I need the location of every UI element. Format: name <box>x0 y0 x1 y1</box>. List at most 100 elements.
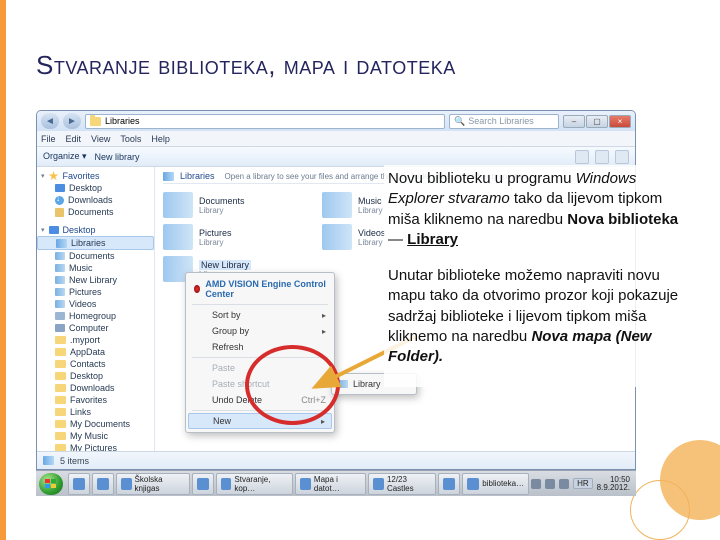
folder-icon <box>55 432 66 440</box>
menu-help[interactable]: Help <box>151 134 170 144</box>
libraries-icon <box>163 172 174 181</box>
nav-item-desktop[interactable]: Desktop <box>37 182 154 194</box>
context-menu-vendor-item[interactable]: AMD VISION Engine Control Center <box>186 276 334 302</box>
context-menu: AMD VISION Engine Control Center Sort by… <box>185 272 335 433</box>
nav-item-folder[interactable]: My Pictures <box>37 442 154 451</box>
app-icon <box>197 478 209 490</box>
organize-button[interactable]: Organize ▾ <box>43 151 87 162</box>
address-bar[interactable]: Libraries <box>85 114 445 129</box>
view-mode-button[interactable] <box>575 150 589 164</box>
nav-back-button[interactable]: ◄ <box>41 113 59 129</box>
menu-file[interactable]: File <box>41 134 56 144</box>
separator <box>192 357 328 358</box>
search-placeholder: Search Libraries <box>468 116 534 126</box>
language-indicator[interactable]: HR <box>573 478 593 489</box>
nav-item-music-lib[interactable]: Music <box>37 262 154 274</box>
homegroup-icon <box>55 312 65 320</box>
app-icon <box>443 478 455 490</box>
context-undo-delete[interactable]: Undo DeleteCtrl+Z <box>186 392 334 408</box>
context-refresh[interactable]: Refresh <box>186 339 334 355</box>
nav-item-documents[interactable]: Documents <box>37 206 154 218</box>
address-text: Libraries <box>105 116 140 126</box>
toolbar: Organize ▾ New library <box>37 147 635 167</box>
nav-item-pictures-lib[interactable]: Pictures <box>37 286 154 298</box>
context-group-by[interactable]: Group by▸ <box>186 323 334 339</box>
app-icon <box>373 478 384 490</box>
taskbar-item[interactable]: Mapa i datot… <box>295 473 366 495</box>
taskbar-item[interactable] <box>68 473 90 495</box>
nav-item-downloads[interactable]: Downloads <box>37 194 154 206</box>
maximize-button[interactable]: ▢ <box>586 115 608 128</box>
search-input[interactable]: 🔍 Search Libraries <box>449 114 559 129</box>
library-icon <box>55 300 65 308</box>
nav-item-folder[interactable]: Desktop <box>37 370 154 382</box>
library-icon <box>163 224 193 250</box>
minimize-button[interactable]: – <box>563 115 585 128</box>
folder-icon <box>55 384 66 392</box>
library-icon <box>55 252 65 260</box>
taskbar-item[interactable]: 12/23 Castles <box>368 473 436 495</box>
help-button[interactable] <box>615 150 629 164</box>
context-paste: Paste <box>186 360 334 376</box>
tray-icon[interactable] <box>545 479 555 489</box>
status-text: 5 items <box>60 456 89 466</box>
taskbar-item[interactable]: Školska knjigas <box>116 473 190 495</box>
nav-item-documents-lib[interactable]: Documents <box>37 250 154 262</box>
taskbar: Školska knjigas Stvaranje, kop… Mapa i d… <box>36 470 636 496</box>
nav-item-homegroup[interactable]: Homegroup <box>37 310 154 322</box>
folder-icon <box>55 444 66 451</box>
desktop-icon <box>49 226 59 234</box>
nav-item-folder[interactable]: Contacts <box>37 358 154 370</box>
slide-body-text: Novu biblioteku u programu Windows Explo… <box>384 165 684 387</box>
start-button[interactable] <box>39 473 63 495</box>
status-bar: 5 items <box>37 451 635 469</box>
preview-pane-button[interactable] <box>595 150 609 164</box>
nav-item-folder[interactable]: My Music <box>37 430 154 442</box>
nav-item-computer[interactable]: Computer <box>37 322 154 334</box>
menu-view[interactable]: View <box>91 134 110 144</box>
nav-item-folder[interactable]: .myport <box>37 334 154 346</box>
folder-icon <box>55 360 66 368</box>
amd-icon <box>194 285 200 293</box>
nav-forward-button[interactable]: ► <box>63 113 81 129</box>
library-item-pictures[interactable]: PicturesLibrary <box>163 224 304 250</box>
close-button[interactable]: × <box>609 115 631 128</box>
taskbar-item[interactable] <box>92 473 114 495</box>
nav-item-folder[interactable]: Favorites <box>37 394 154 406</box>
menu-tools[interactable]: Tools <box>120 134 141 144</box>
desktop-icon <box>55 184 65 192</box>
download-icon <box>55 196 64 205</box>
nav-desktop-header[interactable]: ▾ Desktop <box>37 224 154 236</box>
navigation-pane: ▾ Favorites Desktop Downloads Documents … <box>37 167 155 451</box>
taskbar-item[interactable] <box>192 473 214 495</box>
tray-icon[interactable] <box>531 479 541 489</box>
app-icon <box>221 478 232 490</box>
system-tray: HR 10:508.9.2012. <box>531 476 632 492</box>
library-icon <box>55 276 65 284</box>
context-new[interactable]: New▸ <box>188 413 332 429</box>
folder-icon <box>55 420 66 428</box>
library-item-documents[interactable]: DocumentsLibrary <box>163 192 304 218</box>
folder-icon <box>55 348 66 356</box>
nav-item-libraries[interactable]: Libraries <box>37 236 154 250</box>
nav-favorites-header[interactable]: ▾ Favorites <box>37 170 154 182</box>
app-icon <box>467 478 479 490</box>
libraries-icon <box>43 456 54 465</box>
nav-item-videos-lib[interactable]: Videos <box>37 298 154 310</box>
taskbar-item[interactable] <box>438 473 460 495</box>
context-sort-by[interactable]: Sort by▸ <box>186 307 334 323</box>
nav-item-newlibrary[interactable]: New Library <box>37 274 154 286</box>
new-library-button[interactable]: New library <box>95 152 140 162</box>
tray-icon[interactable] <box>559 479 569 489</box>
taskbar-item[interactable]: biblioteka… <box>462 473 529 495</box>
nav-item-folder[interactable]: Downloads <box>37 382 154 394</box>
library-icon <box>338 380 348 388</box>
taskbar-item[interactable]: Stvaranje, kop… <box>216 473 294 495</box>
nav-item-folder[interactable]: My Documents <box>37 418 154 430</box>
search-icon: 🔍 <box>454 116 465 127</box>
window-controls: – ▢ × <box>563 115 631 128</box>
nav-item-folder[interactable]: Links <box>37 406 154 418</box>
menu-edit[interactable]: Edit <box>66 134 82 144</box>
nav-item-folder[interactable]: AppData <box>37 346 154 358</box>
clock[interactable]: 10:508.9.2012. <box>597 476 632 492</box>
